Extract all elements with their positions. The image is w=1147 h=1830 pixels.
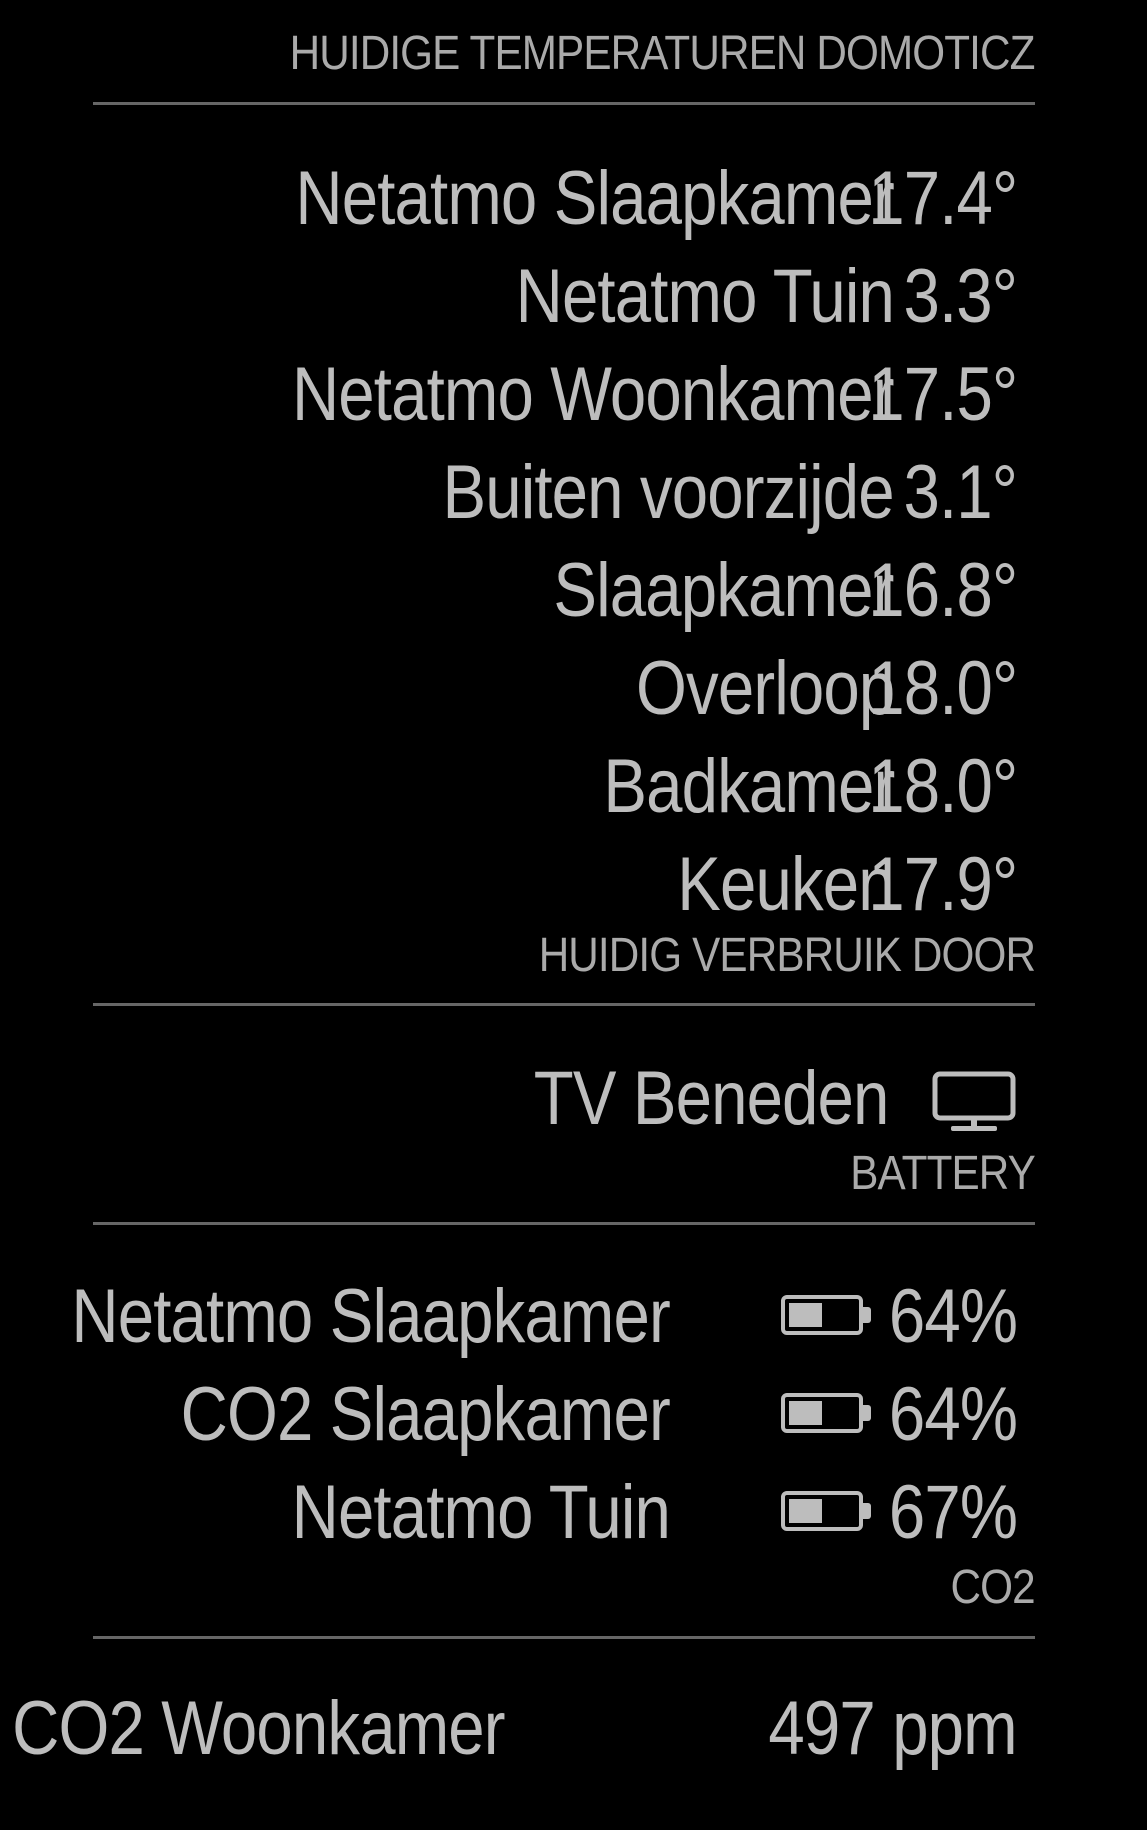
temperature-row: Netatmo Tuin 3.3° [93,248,1035,346]
temperature-name: Overloop [635,646,895,731]
tv-icon [932,1071,1016,1131]
temperature-value: 18.0° [867,646,1018,731]
co2-row: CO2 Woonkamer 497 ppm [12,1680,1035,1778]
co2-header: CO2 [950,1561,1036,1614]
temperature-name: Buiten voorzijde [442,450,895,535]
temperatures-header: HUIDIGE TEMPERATUREN DOMOTICZ [290,27,1036,80]
temperature-row: Buiten voorzijde 3.1° [93,444,1035,542]
temperature-name: Netatmo Tuin [515,254,895,339]
temperature-name: Netatmo Slaapkamer [295,156,895,241]
temperature-name: Netatmo Woonkamer [292,352,895,437]
battery-divider [93,1222,1035,1225]
temperature-row: Netatmo Woonkamer 17.5° [93,346,1035,444]
temperature-value: 17.4° [867,156,1018,241]
usage-divider [93,1003,1035,1006]
temperature-value: 18.0° [867,744,1018,829]
temperatures-divider [93,102,1035,105]
temperature-value: 17.9° [867,842,1018,927]
temperature-value: 17.5° [867,352,1018,437]
battery-half-icon [781,1393,873,1437]
temperature-row: Slaapkamer 16.8° [93,542,1035,640]
temperature-row: Overloop 18.0° [93,640,1035,738]
battery-half-icon [781,1491,873,1535]
temperature-row: Keuken 17.9° [93,836,1035,934]
temperature-value: 3.3° [903,254,1017,339]
temperature-name: Keuken [677,842,894,927]
temperature-row: Badkamer 18.0° [93,738,1035,836]
battery-level: 64% [888,1372,1018,1457]
domoticz-module: HUIDIGE TEMPERATUREN DOMOTICZ Netatmo Sl… [12,0,1036,1830]
battery-device-name: CO2 Slaapkamer [180,1372,671,1457]
battery-row: Netatmo Tuin 67% [93,1464,1035,1562]
battery-level: 67% [888,1470,1018,1555]
battery-device-name: Netatmo Tuin [291,1470,671,1555]
battery-row: CO2 Slaapkamer 64% [93,1366,1035,1464]
co2-sensor-name: CO2 Woonkamer [12,1686,505,1771]
battery-level: 64% [888,1274,1018,1359]
temperature-row: Netatmo Slaapkamer 17.4° [93,150,1035,248]
usage-device-name: TV Beneden [534,1056,890,1141]
battery-device-name: Netatmo Slaapkamer [71,1274,671,1359]
battery-half-icon [781,1295,873,1339]
usage-row: TV Beneden [93,1050,1035,1148]
battery-header: BATTERY [850,1147,1036,1200]
temperature-name: Badkamer [602,744,895,829]
co2-value: 497 ppm [768,1686,1018,1771]
battery-row: Netatmo Slaapkamer 64% [72,1268,1035,1366]
temperature-value: 3.1° [903,450,1017,535]
co2-divider [93,1636,1035,1639]
usage-header: HUIDIG VERBRUIK DOOR [538,929,1036,982]
temperature-value: 16.8° [867,548,1018,633]
temperature-name: Slaapkamer [553,548,895,633]
